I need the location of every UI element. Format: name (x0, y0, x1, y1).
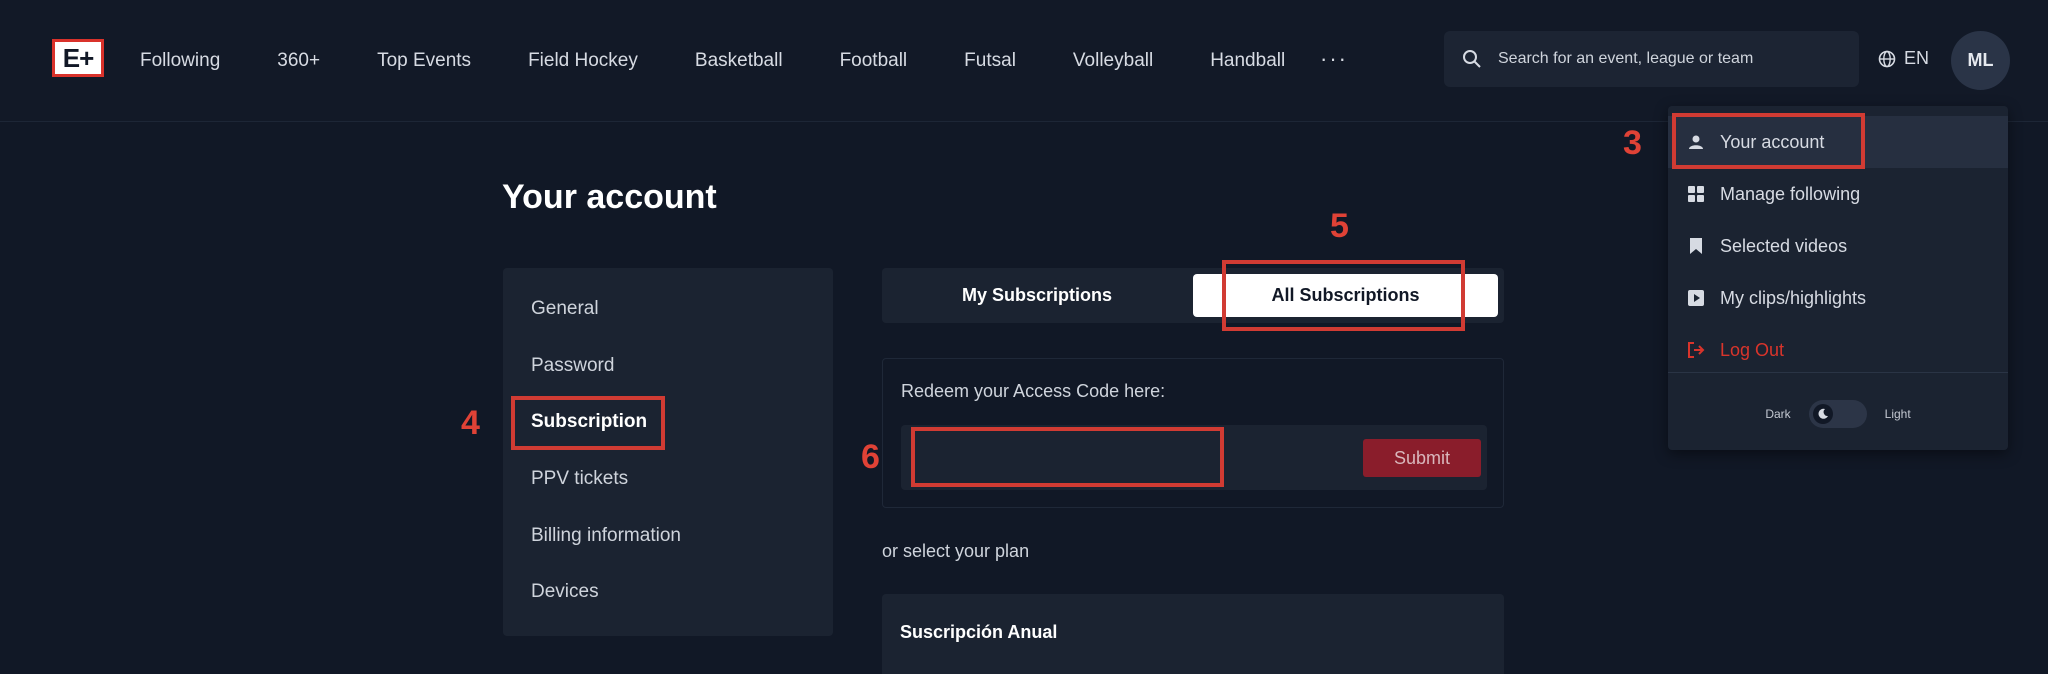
annotation-box-your-account (1672, 113, 1865, 169)
logo-text: E+ (62, 42, 95, 73)
theme-light-label: Light (1884, 407, 1911, 421)
dropdown-item-label: Manage following (1720, 183, 1861, 204)
annotation-box-all-subscriptions (1222, 260, 1465, 331)
nav-item-top-events[interactable]: Top Events (377, 50, 471, 72)
dropdown-item-selected-videos[interactable]: Selected videos (1668, 220, 2008, 272)
dropdown-item-label: My clips/highlights (1720, 287, 1867, 308)
plan-name: Suscripción Anual (900, 622, 1058, 642)
grid-icon (1686, 184, 1706, 204)
top-bar: E+ Following 360+ Top Events Field Hocke… (0, 0, 2048, 122)
theme-switcher: Dark Light (1668, 394, 2008, 434)
side-item-password[interactable]: Password (531, 355, 614, 377)
annotation-box-subscription (511, 396, 665, 450)
annotation-number-4: 4 (461, 404, 480, 442)
language-selector[interactable]: EN (1878, 48, 1929, 69)
annotation-number-3: 3 (1623, 124, 1642, 162)
clip-icon (1686, 288, 1706, 308)
search-bar[interactable] (1444, 31, 1859, 87)
dropdown-item-manage-following[interactable]: Manage following (1668, 168, 2008, 220)
nav-item-basketball[interactable]: Basketball (695, 50, 783, 72)
side-item-ppv-tickets[interactable]: PPV tickets (531, 468, 628, 490)
side-item-general[interactable]: General (531, 298, 599, 320)
page-title: Your account (502, 178, 717, 216)
globe-icon (1878, 50, 1896, 67)
dropdown-item-log-out[interactable]: Log Out (1668, 324, 2008, 376)
nav-item-following[interactable]: Following (140, 50, 220, 72)
main-nav: Following 360+ Top Events Field Hockey B… (140, 0, 1342, 121)
dropdown-item-label: Log Out (1720, 339, 1785, 360)
account-side-menu: General Password Subscription PPV ticket… (503, 268, 833, 636)
bookmark-icon (1686, 236, 1706, 256)
dropdown-item-label: Selected videos (1720, 235, 1848, 256)
nav-item-volleyball[interactable]: Volleyball (1073, 50, 1153, 72)
logo[interactable]: E+ (52, 39, 104, 77)
search-input[interactable] (1496, 49, 1840, 69)
search-icon (1463, 50, 1481, 68)
dropdown-item-my-clips[interactable]: My clips/highlights (1668, 272, 2008, 324)
avatar[interactable]: ML (1951, 31, 2010, 90)
side-item-billing-information[interactable]: Billing information (531, 525, 681, 547)
annotation-number-6: 6 (861, 438, 880, 476)
redeem-label: Redeem your Access Code here: (901, 381, 1166, 401)
dropdown-divider (1668, 372, 2008, 373)
theme-toggle[interactable] (1808, 400, 1867, 428)
plan-card[interactable]: Suscripción Anual (882, 594, 1504, 674)
annotation-number-5: 5 (1330, 207, 1349, 245)
plan-intro: or select your plan (882, 541, 1030, 561)
nav-item-futsal[interactable]: Futsal (964, 50, 1016, 72)
theme-dark-label: Dark (1765, 407, 1791, 421)
annotation-box-access-code (911, 427, 1224, 487)
nav-more-button[interactable]: ··· (1320, 46, 1348, 72)
logout-icon (1686, 340, 1706, 360)
side-item-devices[interactable]: Devices (531, 581, 599, 603)
submit-button[interactable]: Submit (1363, 439, 1481, 477)
moon-icon (1812, 404, 1833, 424)
nav-item-handball[interactable]: Handball (1210, 50, 1285, 72)
nav-item-360[interactable]: 360+ (277, 50, 320, 72)
avatar-initials: ML (1967, 50, 1994, 70)
nav-item-field-hockey[interactable]: Field Hockey (528, 50, 638, 72)
language-label: EN (1904, 48, 1930, 68)
nav-item-football[interactable]: Football (840, 50, 908, 72)
tab-my-subscriptions[interactable]: My Subscriptions (882, 274, 1192, 317)
